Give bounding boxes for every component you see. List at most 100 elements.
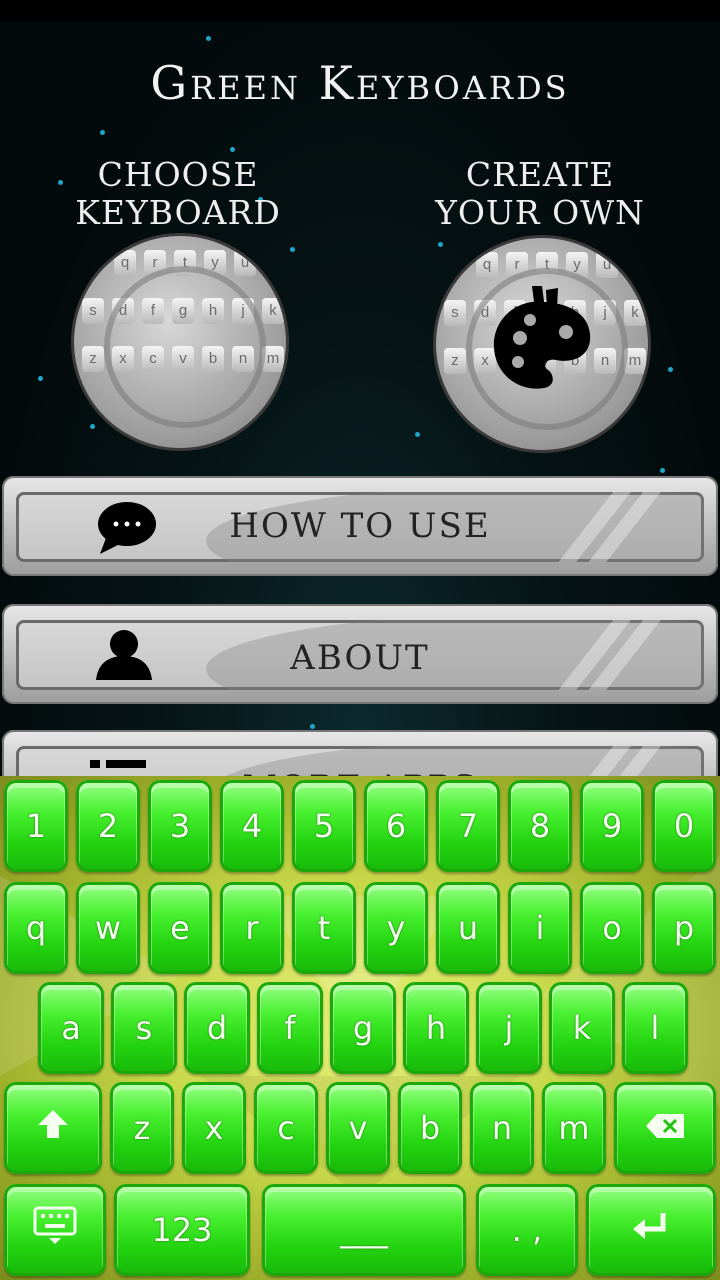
choose-label-line2: KEYBOARD [75,193,281,232]
key-6-label: 6 [385,807,407,845]
key-1-label: 1 [25,807,47,845]
keyboard-switch-key-label [4,1206,106,1254]
how-to-use-button[interactable]: HOW TO USE [2,476,718,576]
space-key-label: ___ [340,1211,388,1249]
key-7-label: 7 [457,807,479,845]
key-r-label: r [245,909,259,947]
key-w-label: w [94,909,122,947]
key-r[interactable]: r [220,882,284,974]
preview-key: u [234,250,256,276]
key-2-label: 2 [97,807,119,845]
symbols-key[interactable]: 123 [114,1184,250,1276]
preview-key: z [82,346,104,372]
key-m[interactable]: m [542,1082,606,1174]
key-0[interactable]: 0 [652,780,716,872]
key-o[interactable]: o [580,882,644,974]
key-t-label: t [317,909,331,947]
key-y[interactable]: y [364,882,428,974]
key-v-label: v [348,1109,368,1147]
keyboard-icon [33,1206,77,1244]
key-8[interactable]: 8 [508,780,572,872]
status-bar [0,0,720,22]
key-9[interactable]: 9 [580,780,644,872]
shift-key[interactable] [4,1082,102,1174]
key-q[interactable]: q [4,882,68,974]
key-8-label: 8 [529,807,551,845]
create-your-own-label[interactable]: CREATE YOUR OWN [420,156,660,232]
key-e[interactable]: e [148,882,212,974]
key-n[interactable]: n [470,1082,534,1174]
create-label-line1: CREATE [465,155,615,194]
backspace-key-label [614,1109,716,1147]
key-o-label: o [602,909,622,947]
key-x[interactable]: x [182,1082,246,1174]
create-label-line2: YOUR OWN [435,193,645,232]
key-b[interactable]: b [398,1082,462,1174]
key-d[interactable]: d [184,982,250,1074]
key-6[interactable]: 6 [364,780,428,872]
about-button[interactable]: ABOUT [2,604,718,704]
key-9-label: 9 [601,807,623,845]
backspace-key[interactable] [614,1082,716,1174]
choose-keyboard-label[interactable]: CHOOSE KEYBOARD [58,156,298,232]
key-h-label: h [425,1009,447,1047]
key-j[interactable]: j [476,982,542,1074]
key-i[interactable]: i [508,882,572,974]
app-title: Green Keyboards [150,56,570,110]
create-your-own-button[interactable]: mnbvcxzkjhgfdsuytrq [436,238,648,450]
key-7[interactable]: 7 [436,780,500,872]
key-u[interactable]: u [436,882,500,974]
key-u-label: u [457,909,479,947]
key-s-label: s [135,1009,153,1047]
space-key[interactable]: ___ [262,1184,466,1276]
key-f-label: f [284,1009,296,1047]
key-1[interactable]: 1 [4,780,68,872]
preview-key: u [596,252,618,278]
key-5[interactable]: 5 [292,780,356,872]
key-c-label: c [277,1109,295,1147]
key-s[interactable]: s [111,982,177,1074]
backspace-icon [646,1114,684,1138]
preview-key: k [624,300,646,326]
green-keyboard: 1 2 3 4 5 6 7 8 9 0 q w e r t y u i o p a s d f g h j k l z x c v b n m 123 _… [0,776,720,1280]
key-q-label: q [25,909,47,947]
preview-key: k [262,298,284,324]
shift-arrow-icon [38,1110,68,1138]
punctuation-key[interactable]: . , [476,1184,578,1276]
key-m-label: m [558,1109,590,1147]
paint-palette-icon [493,286,591,389]
key-p-label: p [673,909,695,947]
key-v[interactable]: v [326,1082,390,1174]
key-k-label: k [572,1009,592,1047]
key-p[interactable]: p [652,882,716,974]
key-a-label: a [61,1009,81,1047]
key-d-label: d [206,1009,228,1047]
person-icon [96,630,152,680]
preview-key: s [444,300,466,326]
choose-label-line1: CHOOSE [97,155,259,194]
key-w[interactable]: w [76,882,140,974]
key-f[interactable]: f [257,982,323,1074]
key-j-label: j [504,1009,514,1047]
key-2[interactable]: 2 [76,780,140,872]
key-0-label: 0 [673,807,695,845]
preview-key: z [444,348,466,374]
key-4[interactable]: 4 [220,780,284,872]
key-3[interactable]: 3 [148,780,212,872]
key-a[interactable]: a [38,982,104,1074]
key-z[interactable]: z [110,1082,174,1174]
key-g[interactable]: g [330,982,396,1074]
key-h[interactable]: h [403,982,469,1074]
key-l[interactable]: l [622,982,688,1074]
enter-key[interactable] [586,1184,716,1276]
key-i-label: i [535,909,545,947]
key-t[interactable]: t [292,882,356,974]
punctuation-key-label: . , [511,1211,543,1249]
choose-keyboard-button[interactable]: mnbvcxzkjhgfdsuytrq [74,236,286,448]
keyboard-switch-key[interactable] [4,1184,106,1276]
key-y-label: y [386,909,406,947]
key-k[interactable]: k [549,982,615,1074]
key-c[interactable]: c [254,1082,318,1174]
chat-bubble-icon [98,502,156,554]
key-z-label: z [133,1109,151,1147]
